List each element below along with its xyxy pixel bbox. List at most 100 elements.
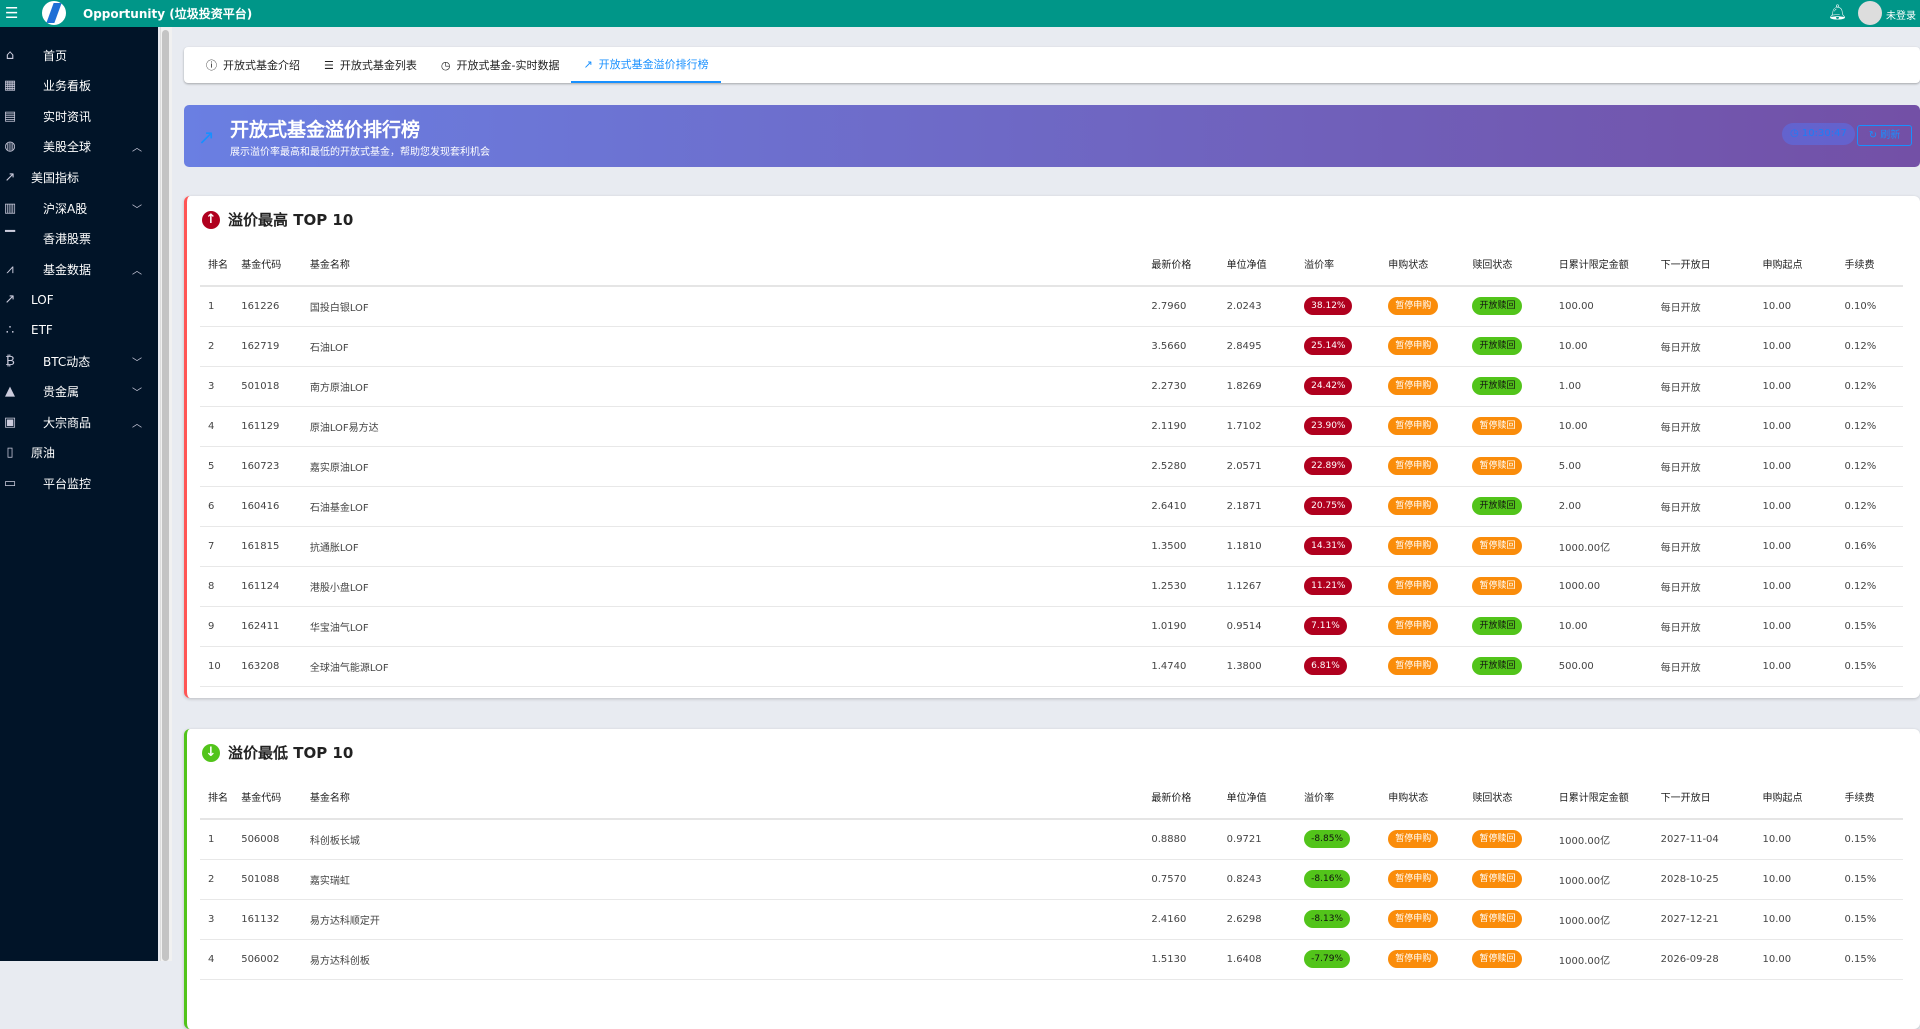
sidebar-item[interactable]: ▲ 贵金属 ﹀ [0,377,158,407]
table-cell: 0.16% [1836,526,1903,567]
table-cell: 5.00 [1550,446,1653,487]
table-cell: 10.00 [1754,859,1837,900]
sidebar-item[interactable]: ▯ 原油 [0,438,158,468]
chevron-up-icon[interactable]: ︿ [132,415,142,430]
table-cell: 每日开放 [1652,286,1755,327]
table-row[interactable]: 8 161124 港股小盘LOF 1.2530 1.1267 11.21% 暂停申购 暂停赎回… [200,566,1903,607]
sidebar-item[interactable]: ▭ 平台监控 [0,468,158,498]
tab-label: 开放式基金-实时数据 [456,59,560,72]
redeem-status-badge: 开放赎回 [1472,617,1523,635]
table-cell: 0.12% [1836,566,1903,607]
sidebar-item[interactable]: ◍ 美股全球 ︿ [0,132,158,162]
sidebar-item-label: 平台监控 [43,476,92,491]
premium-badge: -7.79% [1304,950,1350,968]
table-cell: 7.11% [1296,606,1381,647]
table-row[interactable]: 1 506008 科创板长城 0.8880 0.9721 -8.85% 暂停申购 暂停赎回 10… [200,819,1903,860]
table-cell: 0.15% [1836,859,1903,900]
table-cell: 2 [200,326,234,367]
subscribe-status-badge: 暂停申购 [1388,950,1439,968]
table-row[interactable]: 2 162719 石油LOF 3.5660 2.8495 25.14% 暂停申购 开放赎回 10… [200,326,1903,367]
tab-3[interactable]: ↗ 开放式基金溢价排行榜 [571,47,721,83]
table-cell: 23.90% [1296,406,1381,447]
tab-2[interactable]: ◷ 开放式基金-实时数据 [429,47,572,83]
table-cell: 10.00 [1550,406,1653,447]
trend-icon: ↗ [198,125,215,149]
tab-label: 开放式基金列表 [339,59,417,72]
refresh-button[interactable]: ↻ 刷新 [1857,125,1912,146]
sidebar-item-label: 大宗商品 [43,415,92,430]
menu-icon[interactable]: ☰ [5,5,21,21]
top-premium-card: ↑ 溢价最高 TOP 10 排名 基金代码 基金名称 最新价格 单位净值 溢价率 申购状态 赎回… [184,196,1920,698]
sidebar-item[interactable]: ⌂ 首页 [0,40,158,70]
column-header: 申购起点 [1754,779,1837,820]
chevron-down-icon[interactable]: ﹀ [132,354,142,369]
table-cell: 10.00 [1754,939,1837,980]
avatar[interactable] [1858,1,1882,25]
table-row[interactable]: 9 162411 华宝油气LOF 1.0190 0.9514 7.11% 暂停申购 开放赎回 1… [200,606,1903,647]
table-cell: 石油LOF [301,326,1144,367]
chevron-down-icon[interactable]: ﹀ [132,384,142,399]
user-name[interactable]: 未登录 [1886,7,1916,22]
table-cell: 暂停申购 [1380,646,1465,687]
redeem-status-badge: 暂停赎回 [1472,830,1523,849]
chevron-up-icon[interactable]: ︿ [132,139,142,154]
sidebar-item[interactable]: ↗ LOF [0,285,158,315]
sidebar-item-label: 首页 [43,48,68,63]
sidebar-item[interactable]: ▤ 实时资讯 [0,101,158,131]
column-header: 单位净值 [1218,246,1297,287]
table-row[interactable]: 2 501088 嘉实瑞虹 0.7570 0.8243 -8.16% 暂停申购 暂停赎回 100… [200,859,1903,900]
sidebar-item[interactable]: ⩘ 基金数据 ︿ [0,254,158,284]
table-cell: 25.14% [1296,326,1381,367]
premium-badge: 14.31% [1304,537,1353,555]
sidebar-item[interactable]: ▦ 业务看板 [0,71,158,101]
table-row[interactable]: 5 160723 嘉实原油LOF 2.5280 2.0571 22.89% 暂停申购 暂停赎回… [200,446,1903,487]
column-header: 赎回状态 [1464,779,1551,820]
table-cell: 38.12% [1296,286,1381,327]
page-banner: ↗ 开放式基金溢价排行榜 展示溢价率最高和最低的开放式基金，帮助您发现套利机会 … [184,105,1920,167]
table-cell: 10.00 [1550,606,1653,647]
table-cell: 6.81% [1296,646,1381,687]
table-cell: 暂停申购 [1380,819,1465,860]
sidebar-item[interactable]: ▔ 香港股票 [0,224,158,254]
table-cell: 暂停申购 [1380,566,1465,607]
column-header: 基金代码 [233,779,302,820]
table-cell: 100.00 [1550,286,1653,327]
subscribe-status-badge: 暂停申购 [1388,870,1439,888]
bell-icon[interactable]: 🔔︎ [1828,3,1847,21]
column-header: 溢价率 [1296,779,1381,820]
table-cell: 暂停赎回 [1464,526,1551,567]
top-premium-table: 排名 基金代码 基金名称 最新价格 单位净值 溢价率 申购状态 赎回状态 日累计限定金额 下一开放… [200,246,1903,687]
sidebar-item[interactable]: ↗ 美国指标 [0,162,158,192]
table-header-row: 排名 基金代码 基金名称 最新价格 单位净值 溢价率 申购状态 赎回状态 日累计限定金额 下一开放… [200,246,1903,287]
home-icon: ⌂ [5,47,15,63]
table-cell: 1000.00 [1550,566,1653,607]
column-header: 最新价格 [1143,246,1219,287]
tab-1[interactable]: ☰ 开放式基金列表 [312,47,429,83]
table-row[interactable]: 6 160416 石油基金LOF 2.6410 2.1871 20.75% 暂停申购 开放赎回… [200,486,1903,527]
scrollbar-thumb[interactable] [162,30,169,961]
table-cell: 10.00 [1754,446,1837,487]
chevron-up-icon[interactable]: ︿ [132,262,142,277]
table-cell: 2.6298 [1218,899,1297,940]
table-cell: 0.15% [1836,646,1903,687]
sidebar-item[interactable]: ▥ 沪深A股 ﹀ [0,193,158,223]
tab-bar: ⓘ 开放式基金介绍 ☰ 开放式基金列表 ◷ 开放式基金-实时数据 ↗ 开放式基金溢价排行榜 [184,47,1920,83]
redeem-status-badge: 暂停赎回 [1472,950,1523,968]
table-row[interactable]: 4 161129 原油LOF易方达 2.1190 1.7102 23.90% 暂停申购 暂停赎… [200,406,1903,447]
sidebar-item[interactable]: ▣ 大宗商品 ︿ [0,407,158,437]
commodity-icon: ▣ [3,414,17,430]
table-row[interactable]: 7 161815 抗通胀LOF 1.3500 1.1810 14.31% 暂停申购 暂停赎回 1… [200,526,1903,567]
sidebar-item-label: BTC动态 [43,354,91,369]
table-row[interactable]: 1 161226 国投白银LOF 2.7960 2.0243 38.12% 暂停申购 开放赎回… [200,286,1903,327]
chevron-down-icon[interactable]: ﹀ [132,201,142,216]
tab-0[interactable]: ⓘ 开放式基金介绍 [194,47,312,83]
table-cell: 7 [200,526,234,567]
table-row[interactable]: 3 501018 南方原油LOF 2.2730 1.8269 24.42% 暂停申购 开放赎回… [200,366,1903,407]
table-row[interactable]: 4 506002 易方达科创板 1.5130 1.6408 -7.79% 暂停申购 暂停赎回 1… [200,939,1903,980]
sidebar-item[interactable]: ₿ BTC动态 ﹀ [0,346,158,376]
table-row[interactable]: 3 161132 易方达科顺定开 2.4160 2.6298 -8.13% 暂停申购 暂停赎回… [200,899,1903,940]
table-cell: 2.5280 [1143,446,1219,487]
sidebar-item[interactable]: ∴ ETF [0,315,158,345]
table-cell: 2.0571 [1218,446,1297,487]
table-row[interactable]: 10 163208 全球油气能源LOF 1.4740 1.3800 6.81% 暂停申购 开放… [200,646,1903,687]
